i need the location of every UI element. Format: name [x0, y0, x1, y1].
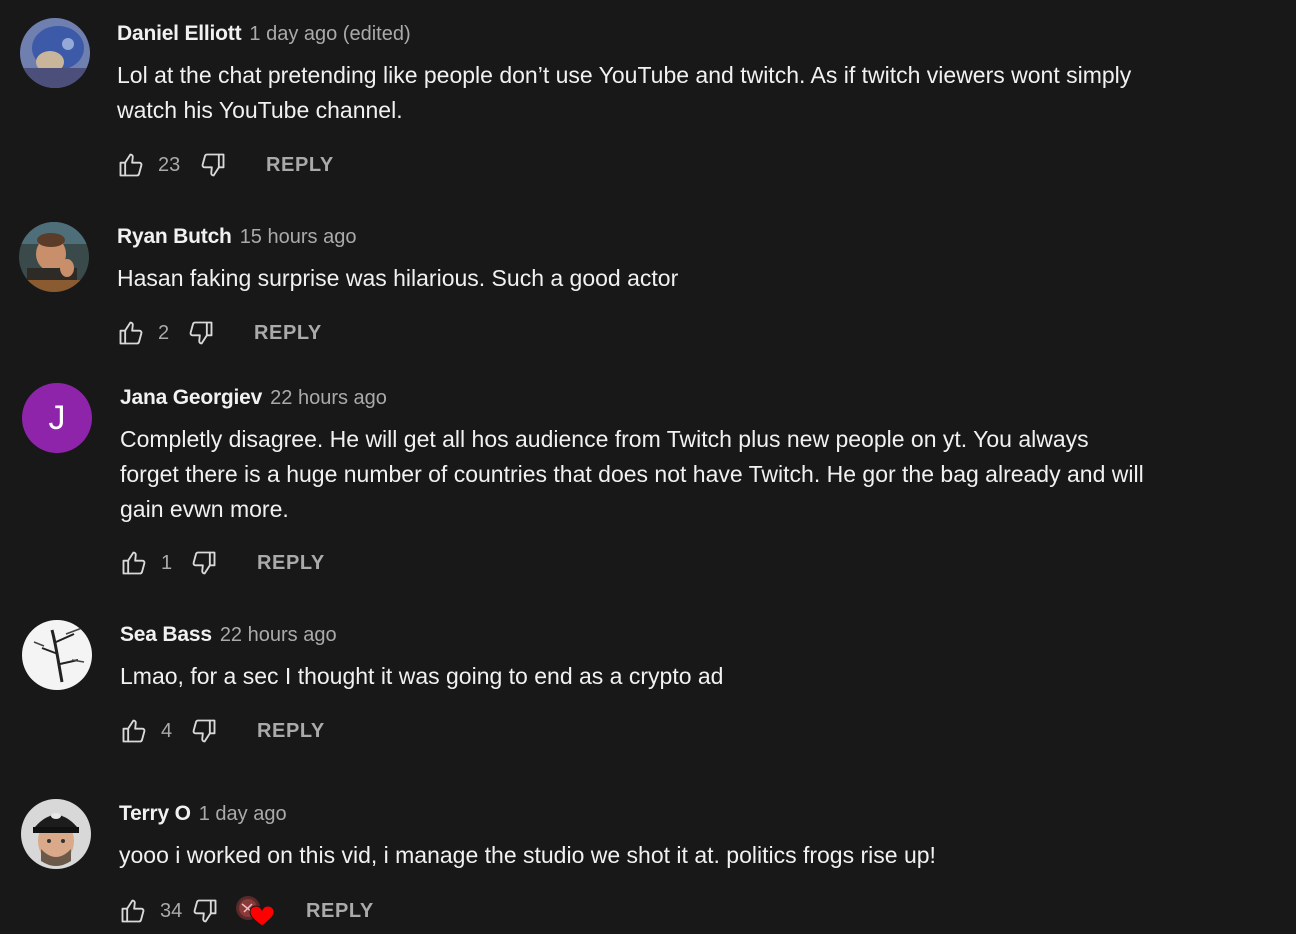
author-name[interactable]: Ryan Butch: [117, 225, 232, 248]
comment-header: Jana Georgiev 22 hours ago: [120, 386, 387, 412]
thumbs-up-icon: [122, 551, 146, 575]
comment-header: Sea Bass 22 hours ago: [120, 623, 337, 649]
comment-header: Terry O 1 day ago: [119, 802, 287, 828]
dislike-button[interactable]: [198, 150, 228, 180]
creator-heart-icon: [234, 894, 275, 928]
thumbs-down-icon: [192, 551, 216, 575]
comment-time[interactable]: 22 hours ago: [270, 387, 387, 409]
comment-text-line: forget there is a huge number of countri…: [120, 461, 1144, 487]
comment-header: Ryan Butch 15 hours ago: [117, 225, 356, 251]
dislike-button[interactable]: [189, 548, 219, 578]
comment-text-line: gain evwn more.: [120, 496, 289, 522]
like-count: 4: [161, 719, 173, 742]
comments-list: Daniel Elliott 1 day ago (edited) Lol at …: [0, 0, 1296, 934]
comment-actions: 4 REPLY: [119, 716, 325, 746]
reply-button[interactable]: REPLY: [257, 552, 325, 575]
like-button[interactable]: [118, 896, 148, 926]
dislike-button[interactable]: [189, 716, 219, 746]
comment-text-line: Lol at the chat pretending like people d…: [117, 62, 1132, 88]
comment-text-line: Hasan faking surprise was hilarious. Suc…: [117, 265, 679, 291]
comment-time[interactable]: 22 hours ago: [220, 624, 337, 646]
reply-button[interactable]: REPLY: [266, 154, 334, 177]
reply-button[interactable]: REPLY: [254, 322, 322, 345]
comment-text-line: Completly disagree. He will get all hos …: [120, 426, 1089, 452]
author-name[interactable]: Terry O: [119, 802, 191, 825]
avatar[interactable]: [21, 799, 91, 869]
avatar-letter: J: [48, 398, 66, 437]
comment-text-line: yooo i worked on this vid, i manage the …: [119, 842, 936, 868]
like-count: 23: [158, 153, 181, 176]
reply-button[interactable]: REPLY: [257, 720, 325, 743]
avatar[interactable]: [20, 18, 90, 88]
like-button[interactable]: [116, 150, 146, 180]
thumbs-up-icon: [121, 899, 145, 923]
comment-time[interactable]: 1 day ago (edited): [249, 23, 410, 45]
author-name[interactable]: Sea Bass: [120, 623, 212, 646]
like-count: 34: [160, 899, 183, 922]
avatar[interactable]: J: [22, 383, 92, 453]
like-button[interactable]: [119, 716, 149, 746]
comment-header: Daniel Elliott 1 day ago (edited): [117, 22, 411, 48]
dislike-button[interactable]: [190, 896, 220, 926]
like-button[interactable]: [116, 318, 146, 348]
comment-text-line: watch his YouTube channel.: [117, 97, 403, 123]
comment-text-line: Lmao, for a sec I thought it was going t…: [120, 663, 724, 689]
avatar[interactable]: [22, 620, 92, 690]
author-name[interactable]: Daniel Elliott: [117, 22, 242, 45]
comment-text: Completly disagree. He will get all hos …: [120, 422, 1240, 527]
like-count: 2: [158, 321, 170, 344]
dislike-button[interactable]: [186, 318, 216, 348]
avatar[interactable]: [19, 222, 89, 292]
comment-text: yooo i worked on this vid, i manage the …: [119, 838, 1239, 873]
comment-actions: 2 REPLY: [116, 318, 322, 348]
comment-actions: 34 REPLY: [118, 894, 374, 928]
comment-actions: 23 REPLY: [116, 150, 334, 180]
comment-time[interactable]: 1 day ago: [199, 803, 287, 825]
reply-button[interactable]: REPLY: [306, 900, 374, 923]
comment-actions: 1 REPLY: [119, 548, 325, 578]
comment-text: Lmao, for a sec I thought it was going t…: [120, 659, 1240, 694]
thumbs-down-icon: [189, 321, 213, 345]
like-count: 1: [161, 551, 173, 574]
thumbs-up-icon: [122, 719, 146, 743]
author-name[interactable]: Jana Georgiev: [120, 386, 262, 409]
thumbs-down-icon: [192, 719, 216, 743]
thumbs-up-icon: [119, 153, 143, 177]
thumbs-down-icon: [193, 899, 217, 923]
thumbs-down-icon: [201, 153, 225, 177]
comment-time[interactable]: 15 hours ago: [240, 226, 357, 248]
like-button[interactable]: [119, 548, 149, 578]
thumbs-up-icon: [119, 321, 143, 345]
comment-text: Lol at the chat pretending like people d…: [117, 58, 1237, 128]
comment-text: Hasan faking surprise was hilarious. Suc…: [117, 261, 1237, 296]
